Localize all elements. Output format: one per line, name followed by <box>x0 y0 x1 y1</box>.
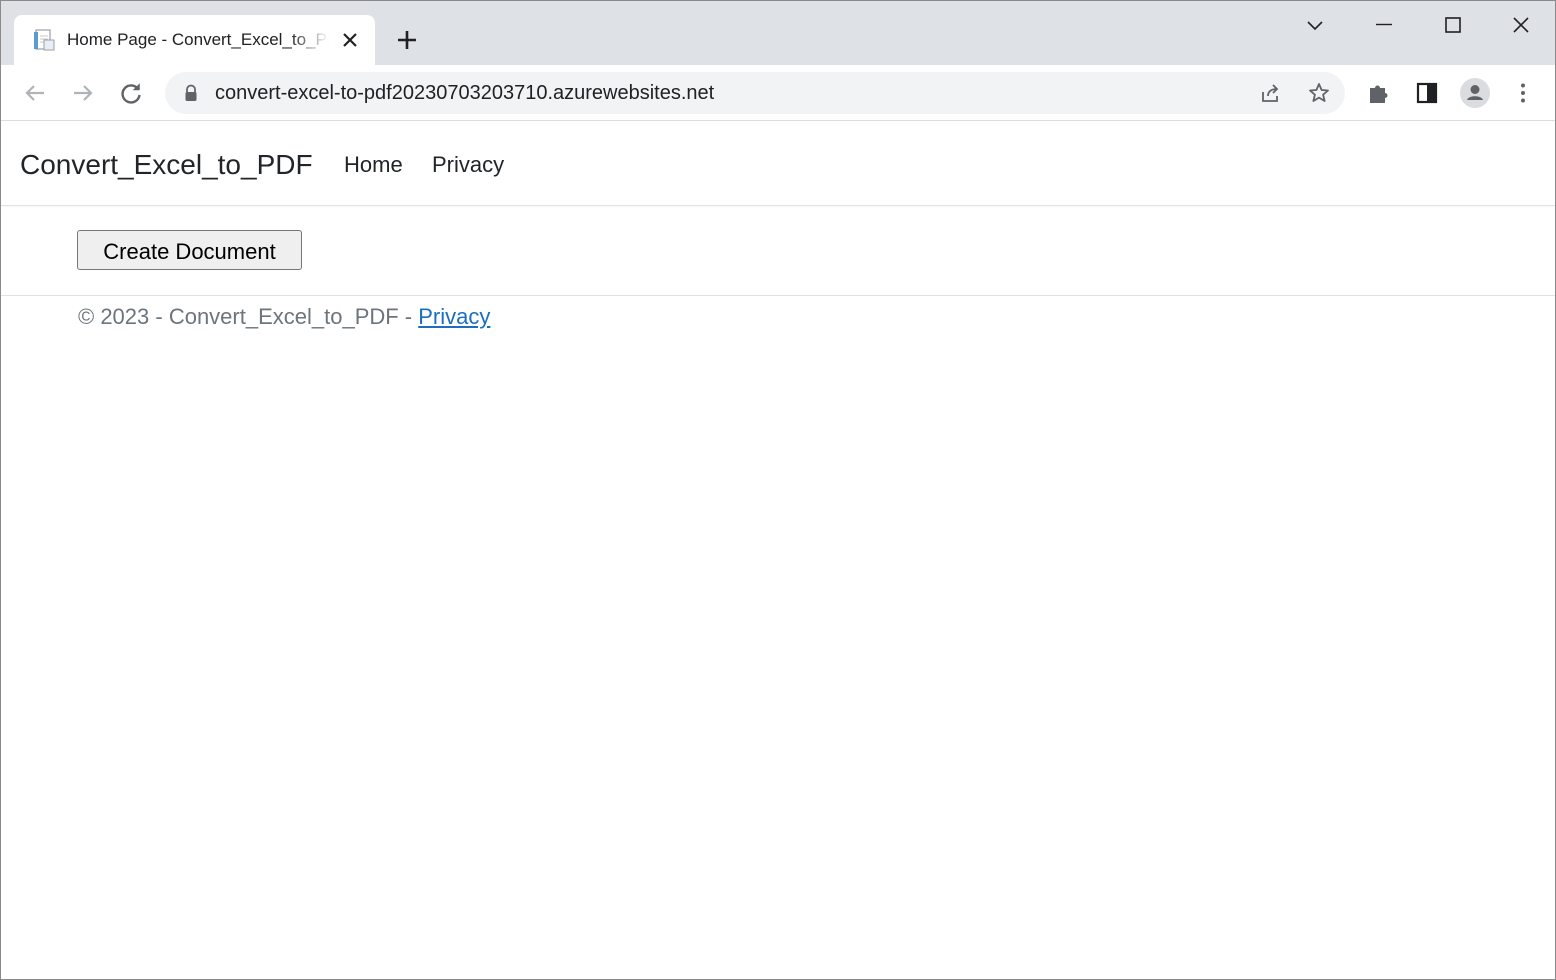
close-icon[interactable] <box>338 28 362 52</box>
back-arrow-icon[interactable] <box>20 78 50 108</box>
site-navbar: Convert_Excel_to_PDF Home Privacy <box>1 121 1555 206</box>
tab-title: Home Page - Convert_Excel_to_PDF <box>67 30 329 49</box>
address-bar[interactable]: convert-excel-to-pdf20230703203710.azure… <box>165 72 1345 114</box>
lock-icon[interactable] <box>183 84 199 102</box>
tab-search-chevron-icon[interactable] <box>1301 11 1329 39</box>
footer-copyright: © 2023 - Convert_Excel_to_PDF - <box>78 304 419 329</box>
profile-avatar-icon[interactable] <box>1459 77 1491 109</box>
create-document-button[interactable]: Create Document <box>77 230 302 270</box>
browser-window: Home Page - Convert_Excel_to_PDF convert… <box>0 0 1556 980</box>
maximize-icon[interactable] <box>1439 11 1467 39</box>
nav-link-home[interactable]: Home <box>344 151 403 179</box>
site-brand[interactable]: Convert_Excel_to_PDF <box>20 148 313 182</box>
share-icon[interactable] <box>1258 81 1282 105</box>
side-panel-icon[interactable] <box>1412 78 1442 108</box>
tab-strip: Home Page - Convert_Excel_to_PDF <box>1 1 1555 65</box>
more-menu-icon[interactable] <box>1508 78 1538 108</box>
page-icon <box>34 29 55 51</box>
active-tab[interactable]: Home Page - Convert_Excel_to_PDF <box>14 15 375 65</box>
new-tab-icon[interactable] <box>393 26 421 54</box>
footer-privacy-link[interactable]: Privacy <box>418 304 490 329</box>
site-footer: © 2023 - Convert_Excel_to_PDF - Privacy <box>1 295 1555 355</box>
close-window-icon[interactable] <box>1507 11 1535 39</box>
extensions-puzzle-icon[interactable] <box>1364 78 1394 108</box>
browser-toolbar: convert-excel-to-pdf20230703203710.azure… <box>1 65 1555 121</box>
url-text[interactable]: convert-excel-to-pdf20230703203710.azure… <box>215 82 714 104</box>
forward-arrow-icon[interactable] <box>68 78 98 108</box>
nav-link-privacy[interactable]: Privacy <box>432 151 504 179</box>
reload-icon[interactable] <box>116 78 146 108</box>
footer-text: © 2023 - Convert_Excel_to_PDF - Privacy <box>78 303 490 331</box>
bookmark-star-icon[interactable] <box>1307 81 1331 105</box>
minimize-icon[interactable] <box>1370 11 1398 39</box>
page-content: Convert_Excel_to_PDF Home Privacy Create… <box>1 121 1555 979</box>
